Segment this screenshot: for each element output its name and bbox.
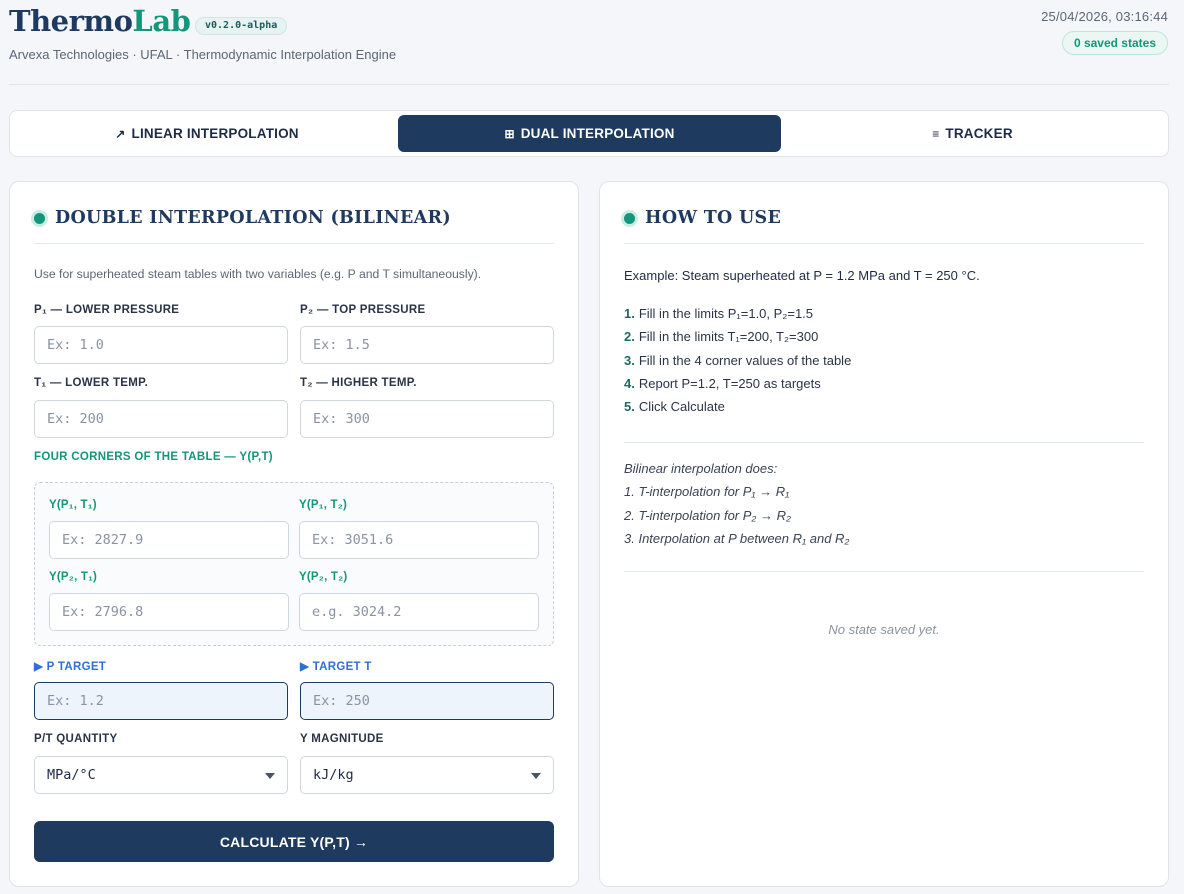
app-header: ThermoLab v0.2.0-alpha Arvexa Technologi… bbox=[0, 0, 1184, 86]
tab-label: DUAL INTERPOLATION bbox=[520, 126, 675, 141]
timestamp: 25/04/2026, 03:16:44 bbox=[1041, 9, 1168, 24]
bilinear-line: Bilinear interpolation does: bbox=[624, 461, 778, 476]
help-step: 4. Report P=1.2, T=250 as targets bbox=[624, 376, 851, 399]
help-example: Example: Steam superheated at P = 1.2 MP… bbox=[624, 268, 980, 283]
t1-input[interactable] bbox=[34, 400, 288, 438]
chevron-down-icon bbox=[531, 773, 541, 779]
tab-tracker[interactable]: ≡ TRACKER bbox=[781, 115, 1164, 152]
form-description: Use for superheated steam tables with tw… bbox=[34, 267, 482, 281]
p-target-label: ▶ P TARGET bbox=[34, 661, 107, 673]
y21-input[interactable] bbox=[49, 593, 289, 631]
form-title: DOUBLE INTERPOLATION (BILINEAR) bbox=[34, 208, 451, 228]
help-steps: 1. Fill in the limits P₁=1.0, P₂=1.5 2. Fi… bbox=[624, 306, 851, 422]
step-text: Fill in the limits P₁=1.0, P₂=1.5 bbox=[638, 306, 814, 321]
version-badge: v0.2.0-alpha bbox=[195, 17, 288, 35]
y21-label: Y(P₂, T₁) bbox=[49, 571, 98, 583]
divider bbox=[34, 243, 554, 244]
step-number: 1. bbox=[624, 306, 635, 321]
help-title: HOW TO USE bbox=[624, 208, 781, 228]
mode-tabs: ↗ LINEAR INTERPOLATION ⊞ DUAL INTERPOLAT… bbox=[9, 110, 1169, 157]
step-number: 2. bbox=[624, 329, 635, 345]
divider bbox=[624, 243, 1144, 244]
corners-panel: Y(P₁, T₁) Y(P₁, T₂) Y(P₂, T₁) Y(P₂, T₂) bbox=[34, 482, 554, 646]
tab-dual-interpolation[interactable]: ⊞ DUAL INTERPOLATION bbox=[398, 115, 781, 152]
pt-quantity-select[interactable]: MPa/°C bbox=[34, 756, 288, 794]
chevron-down-icon bbox=[265, 773, 275, 779]
step-number: 5. bbox=[624, 399, 635, 415]
p2-input[interactable] bbox=[300, 326, 554, 364]
help-title-text: HOW TO USE bbox=[645, 208, 782, 228]
y11-label: Y(P₁, T₁) bbox=[49, 499, 97, 511]
how-to-use-card: HOW TO USE Example: Steam superheated at… bbox=[599, 181, 1169, 887]
list-icon: ≡ bbox=[932, 126, 940, 141]
app-logo: ThermoLab bbox=[9, 4, 191, 38]
empty-state-message: No state saved yet. bbox=[828, 622, 940, 637]
y12-input[interactable] bbox=[299, 521, 539, 559]
y-magnitude-label: Y MAGNITUDE bbox=[300, 733, 384, 745]
divider bbox=[624, 571, 1144, 572]
corners-title: FOUR CORNERS OF THE TABLE — Y(P,T) bbox=[34, 451, 273, 463]
step-text: Fill in the 4 corner values of the table bbox=[638, 352, 852, 368]
step-text: Report P=1.2, T=250 as targets bbox=[638, 375, 821, 391]
bilinear-line: 3. Interpolation at P between R₁ and R₂ bbox=[624, 530, 850, 546]
app-subtitle: Arvexa Technologies · UFAL · Thermodynam… bbox=[9, 47, 397, 62]
arrow-up-right-icon: ↗ bbox=[115, 126, 126, 141]
bilinear-line: 1. T-interpolation for P₁ → R₁ bbox=[624, 484, 790, 500]
t2-label: T₂ — HIGHER TEMP. bbox=[300, 377, 417, 389]
t-target-label: ▶ TARGET T bbox=[300, 661, 372, 673]
grid-icon: ⊞ bbox=[504, 126, 515, 141]
y-magnitude-select[interactable]: kJ/kg bbox=[300, 756, 554, 794]
p1-input[interactable] bbox=[34, 326, 288, 364]
y22-input[interactable] bbox=[299, 593, 539, 631]
header-divider bbox=[9, 84, 1169, 85]
step-text: Click Calculate bbox=[638, 399, 725, 415]
tab-label: LINEAR INTERPOLATION bbox=[131, 126, 299, 141]
help-step: 1. Fill in the limits P₁=1.0, P₂=1.5 bbox=[624, 306, 851, 329]
p-target-input[interactable] bbox=[34, 682, 288, 720]
t2-input[interactable] bbox=[300, 400, 554, 438]
t1-label: T₁ — LOWER TEMP. bbox=[34, 377, 149, 389]
pt-quantity-label: P/T QUANTITY bbox=[34, 733, 118, 745]
y-magnitude-value: kJ/kg bbox=[313, 767, 354, 783]
bilinear-form-card: DOUBLE INTERPOLATION (BILINEAR) Use for … bbox=[9, 181, 579, 887]
bilinear-line: 2. T-interpolation for P₂ → R₂ bbox=[624, 507, 791, 523]
step-number: 4. bbox=[624, 375, 635, 391]
bilinear-explanation: Bilinear interpolation does: 1. T-interp… bbox=[624, 461, 849, 554]
y11-input[interactable] bbox=[49, 521, 289, 559]
tab-linear-interpolation[interactable]: ↗ LINEAR INTERPOLATION bbox=[16, 115, 398, 152]
status-dot-icon bbox=[34, 212, 45, 224]
help-step: 2. Fill in the limits T₁=200, T₂=300 bbox=[624, 329, 851, 352]
form-title-text: DOUBLE INTERPOLATION (BILINEAR) bbox=[55, 208, 451, 228]
y22-label: Y(P₂, T₂) bbox=[299, 571, 348, 583]
help-step: 5. Click Calculate bbox=[624, 399, 851, 422]
status-dot-icon bbox=[624, 212, 635, 224]
step-text: Fill in the limits T₁=200, T₂=300 bbox=[638, 329, 819, 345]
saved-states-badge[interactable]: 0 saved states bbox=[1061, 31, 1168, 55]
p2-label: P₂ — TOP PRESSURE bbox=[300, 304, 426, 316]
step-number: 3. bbox=[624, 352, 635, 368]
calculate-button[interactable]: CALCULATE Y(P,T) → bbox=[34, 821, 554, 862]
tab-label: TRACKER bbox=[945, 126, 1013, 141]
divider bbox=[624, 442, 1144, 443]
t-target-input[interactable] bbox=[300, 682, 554, 720]
p1-label: P₁ — LOWER PRESSURE bbox=[34, 304, 180, 316]
y12-label: Y(P₁, T₂) bbox=[299, 499, 348, 511]
help-step: 3. Fill in the 4 corner values of the tab… bbox=[624, 353, 851, 376]
pt-quantity-value: MPa/°C bbox=[47, 767, 96, 783]
